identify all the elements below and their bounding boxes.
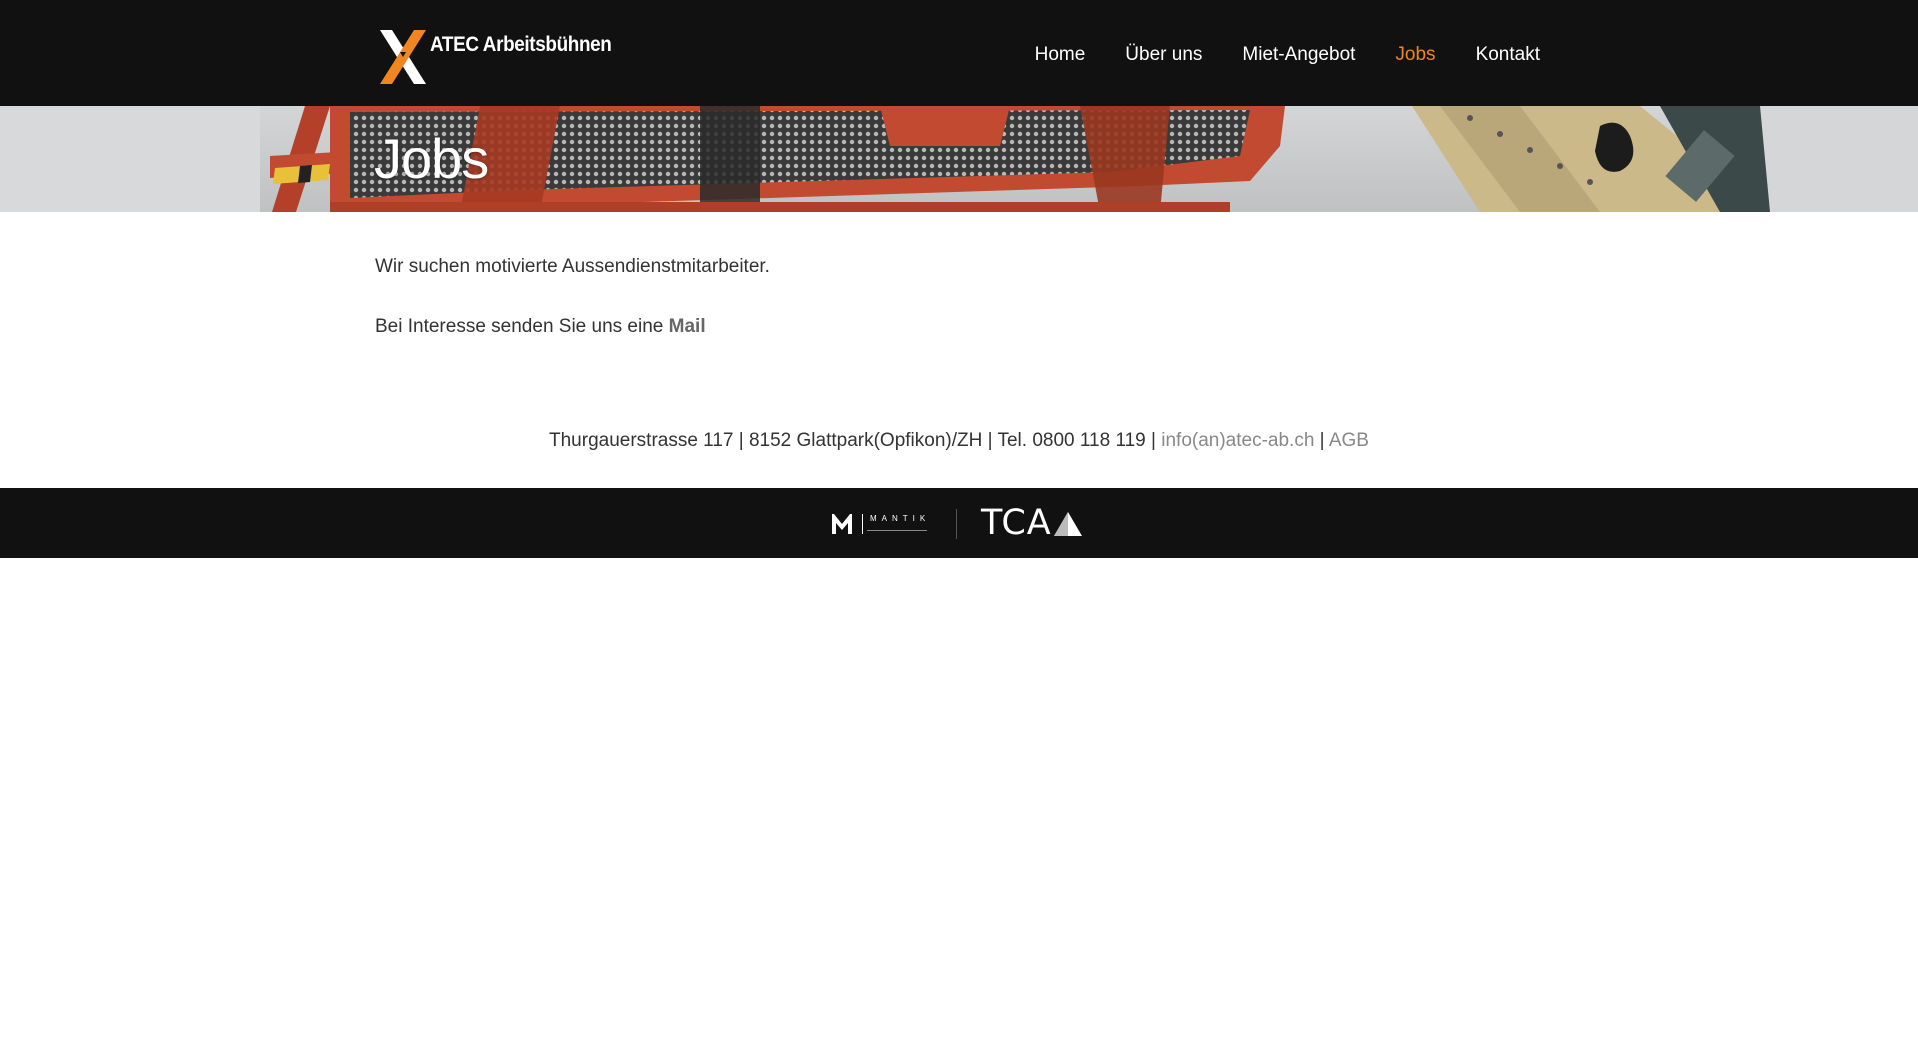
nav-item-kontakt[interactable]: Kontakt <box>1476 44 1540 66</box>
site-header: ATEC Arbeitsbühnen Home Über uns Miet-An… <box>0 0 1918 106</box>
mail-link[interactable]: Mail <box>669 316 706 337</box>
address-separator: | <box>1145 430 1162 451</box>
mantik-text: MANTIK <box>870 514 931 523</box>
atec-x-logo-icon <box>380 30 426 84</box>
footer-logos: MANTIK TCA <box>832 506 1083 541</box>
tca-triangle-icon <box>1053 511 1082 536</box>
site-footer: MANTIK TCA <box>0 488 1918 558</box>
job-contact-prefix: Bei Interesse senden Sie uns eine <box>375 316 669 337</box>
hero-banner: Jobs <box>0 106 1918 212</box>
nav-item-ueber-uns[interactable]: Über uns <box>1125 44 1202 66</box>
page-title: Jobs <box>374 127 489 190</box>
main-content: Wir suchen motivierte Aussendienstmitarb… <box>375 254 1543 340</box>
email-link[interactable]: info(an)atec-ab.ch <box>1161 430 1314 451</box>
agb-link[interactable]: AGB <box>1329 430 1369 451</box>
nav-item-home[interactable]: Home <box>1035 44 1086 66</box>
nav-item-jobs[interactable]: Jobs <box>1395 44 1435 66</box>
mantik-logo[interactable]: MANTIK <box>832 510 932 538</box>
nav-item-miet-angebot[interactable]: Miet-Angebot <box>1242 44 1355 66</box>
address-separator: | <box>1314 430 1329 451</box>
main-navigation: Home Über uns Miet-Angebot Jobs Kontakt <box>1035 44 1540 66</box>
footer-divider <box>956 508 957 539</box>
hero-background-image <box>0 106 1918 212</box>
atec-logo[interactable]: ATEC Arbeitsbühnen <box>378 28 632 88</box>
tca-text: TCA <box>981 503 1052 543</box>
tca-logo[interactable]: TCA <box>981 506 1083 541</box>
job-contact-text: Bei Interesse senden Sie uns eine Mail <box>375 314 1543 340</box>
logo-text: ATEC Arbeitsbühnen <box>430 33 612 56</box>
contact-address: Thurgauerstrasse 117 | 8152 Glattpark(Op… <box>0 430 1918 452</box>
address-text: Thurgauerstrasse 117 | 8152 Glattpark(Op… <box>549 430 1146 451</box>
job-intro-text: Wir suchen motivierte Aussendienstmitarb… <box>375 256 770 277</box>
